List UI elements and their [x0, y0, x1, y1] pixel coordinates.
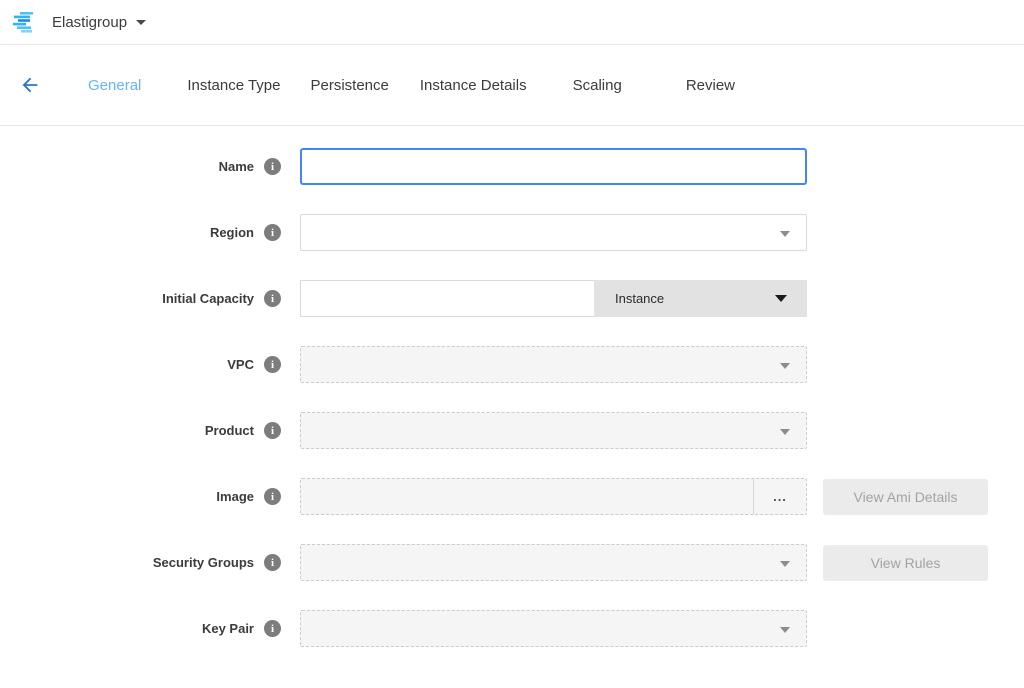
product-info-icon[interactable]: i — [264, 422, 281, 439]
image-browse-button[interactable]: ... — [753, 479, 806, 514]
tab-general[interactable]: General — [88, 77, 141, 94]
chevron-down-icon — [780, 429, 790, 435]
initial-capacity-info-icon[interactable]: i — [264, 290, 281, 307]
chevron-down-icon — [780, 231, 790, 237]
wizard-tabbar: General Instance Type Persistence Instan… — [0, 45, 1024, 126]
initial-capacity-label: Initial Capacity — [162, 291, 254, 306]
form-row-initial-capacity: Initial Capacity i Instance — [0, 280, 1024, 317]
initial-capacity-input[interactable] — [300, 280, 594, 317]
form-row-security-groups: Security Groups i View Rules — [0, 544, 1024, 581]
app-title[interactable]: Elastigroup — [52, 14, 127, 31]
name-info-icon[interactable]: i — [264, 158, 281, 175]
chevron-down-icon — [780, 561, 790, 567]
vpc-select — [300, 346, 807, 383]
view-ami-details-button[interactable]: View Ami Details — [823, 479, 988, 515]
image-field: ... — [300, 478, 807, 515]
general-form: Name i Region i Initial Capacity i Insta… — [0, 126, 1024, 647]
capacity-unit-value: Instance — [615, 291, 664, 306]
form-row-region: Region i — [0, 214, 1024, 251]
capacity-unit-select[interactable]: Instance — [594, 280, 807, 317]
product-label: Product — [205, 423, 254, 438]
key-pair-select — [300, 610, 807, 647]
region-select[interactable] — [300, 214, 807, 251]
region-info-icon[interactable]: i — [264, 224, 281, 241]
form-row-image: Image i ... View Ami Details — [0, 478, 1024, 515]
form-row-product: Product i — [0, 412, 1024, 449]
key-pair-label: Key Pair — [202, 621, 254, 636]
view-rules-button[interactable]: View Rules — [823, 545, 988, 581]
wizard-tabs: General Instance Type Persistence Instan… — [88, 77, 735, 94]
image-label: Image — [216, 489, 254, 504]
product-select — [300, 412, 807, 449]
name-input[interactable] — [300, 148, 807, 185]
vpc-label: VPC — [227, 357, 254, 372]
elastigroup-logo-icon[interactable] — [12, 11, 38, 33]
app-switcher-caret-icon[interactable] — [136, 20, 146, 25]
back-button[interactable] — [19, 74, 41, 96]
chevron-down-icon — [775, 295, 787, 302]
tab-scaling[interactable]: Scaling — [573, 77, 622, 94]
key-pair-info-icon[interactable]: i — [264, 620, 281, 637]
form-row-vpc: VPC i — [0, 346, 1024, 383]
tab-review[interactable]: Review — [686, 77, 735, 94]
tab-instance-type[interactable]: Instance Type — [187, 77, 280, 94]
image-info-icon[interactable]: i — [264, 488, 281, 505]
tab-instance-details[interactable]: Instance Details — [420, 77, 527, 94]
chevron-down-icon — [780, 363, 790, 369]
vpc-info-icon[interactable]: i — [264, 356, 281, 373]
name-label: Name — [219, 159, 254, 174]
form-row-name: Name i — [0, 148, 1024, 185]
tab-persistence[interactable]: Persistence — [311, 77, 389, 94]
chevron-down-icon — [780, 627, 790, 633]
security-groups-label: Security Groups — [153, 555, 254, 570]
app-header: Elastigroup — [0, 0, 1024, 45]
security-groups-info-icon[interactable]: i — [264, 554, 281, 571]
region-label: Region — [210, 225, 254, 240]
form-row-key-pair: Key Pair i — [0, 610, 1024, 647]
security-groups-select — [300, 544, 807, 581]
image-value — [301, 479, 753, 514]
